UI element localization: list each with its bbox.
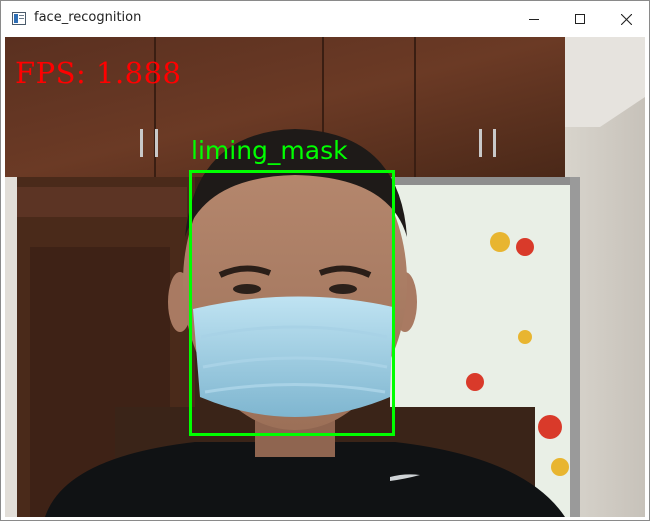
title-bar[interactable]: face_recognition xyxy=(1,1,649,37)
window-title: face_recognition xyxy=(34,10,142,25)
app-window: face_recognition FPS: 1.888 liming_mask xyxy=(0,0,650,521)
close-icon xyxy=(620,13,632,25)
minimize-button[interactable] xyxy=(511,1,557,37)
fps-readout: FPS: 1.888 xyxy=(15,56,182,90)
maximize-button[interactable] xyxy=(557,1,603,37)
maximize-icon xyxy=(575,14,585,24)
minimize-icon xyxy=(529,19,539,20)
face-bounding-box xyxy=(189,170,395,436)
app-icon xyxy=(12,12,26,25)
close-button[interactable] xyxy=(603,1,649,37)
camera-view: FPS: 1.888 liming_mask xyxy=(5,37,645,517)
face-label: liming_mask xyxy=(191,136,348,165)
